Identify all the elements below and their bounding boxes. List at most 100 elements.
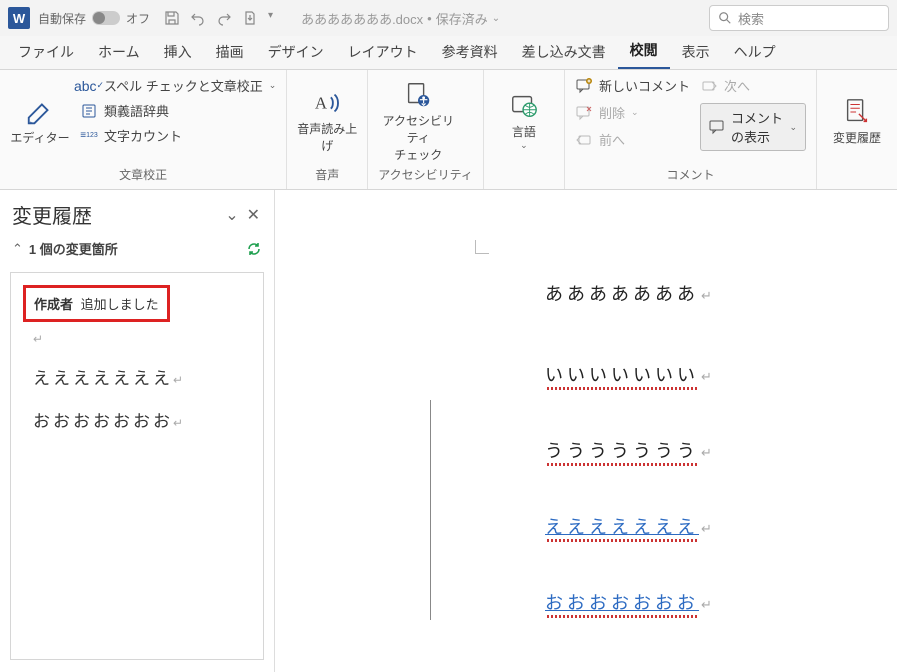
group-label-speech: 音声 xyxy=(297,164,357,187)
changes-count: 1 個の変更箇所 xyxy=(29,239,118,258)
change-entry-highlight[interactable]: 作成者 追加しました xyxy=(23,285,170,322)
tab-design[interactable]: デザイン xyxy=(256,35,336,69)
pane-title: 変更履歴 xyxy=(12,200,92,229)
pane-chevron-down-icon[interactable]: ⌄ xyxy=(221,205,242,225)
group-speech: A 音声読み上げ 音声 xyxy=(287,70,368,189)
editor-label: エディター xyxy=(10,129,69,146)
editor-icon xyxy=(23,95,57,129)
collapse-icon[interactable]: ⌃ xyxy=(12,241,23,257)
doc-text-inserted[interactable]: おおおおおおお xyxy=(545,589,699,615)
read-aloud-label: 音声読み上げ xyxy=(297,120,357,154)
read-aloud-button[interactable]: A 音声読み上げ xyxy=(297,76,357,164)
delete-comment-label: 削除 xyxy=(599,103,625,122)
new-comment-icon xyxy=(575,77,593,95)
accessibility-check-button[interactable]: アクセシビリティ チェック xyxy=(378,76,458,164)
delete-comment-icon xyxy=(575,104,593,122)
language-icon xyxy=(507,89,541,123)
chevron-down-icon: ⌄ xyxy=(631,107,639,118)
tab-file[interactable]: ファイル xyxy=(6,35,86,69)
tab-insert[interactable]: 挿入 xyxy=(152,35,204,69)
quick-access-toolbar: ▾ xyxy=(164,10,273,26)
show-comments-label: コメントの表示 xyxy=(731,108,784,146)
tab-help[interactable]: ヘルプ xyxy=(722,35,788,69)
doc-text[interactable]: ううううううう xyxy=(545,437,699,463)
tab-mailings[interactable]: 差し込み文書 xyxy=(510,35,618,69)
thesaurus-button[interactable]: 類義語辞典 xyxy=(80,101,276,120)
accessibility-label: アクセシビリティ チェック xyxy=(378,112,458,163)
doc-line[interactable]: いいいいいいい↵ xyxy=(545,361,897,387)
ribbon-tabs: ファイル ホーム 挿入 描画 デザイン レイアウト 参考資料 差し込み文書 校閲… xyxy=(0,36,897,70)
change-author: 作成者 xyxy=(34,297,73,312)
autosave-label: 自動保存 xyxy=(38,10,86,27)
return-mark: ↵ xyxy=(701,445,712,460)
wordcount-button[interactable]: ≡123 文字カウント xyxy=(80,126,276,145)
prev-comment-label: 前へ xyxy=(599,130,625,149)
group-accessibility: アクセシビリティ チェック アクセシビリティ xyxy=(368,70,484,189)
prev-comment-button: 前へ xyxy=(575,130,690,149)
spellcheck-button[interactable]: abc✓ スペル チェックと文章校正 ⌄ xyxy=(80,76,276,95)
pane-close-icon[interactable]: ✕ xyxy=(243,205,264,225)
document-area[interactable]: あああああああ↵ いいいいいいい↵ ううううううう↵ えええええええ↵ おおおお… xyxy=(275,190,897,672)
return-mark: ↵ xyxy=(701,288,712,303)
tab-review[interactable]: 校閲 xyxy=(618,33,670,69)
next-comment-button: 次へ xyxy=(700,76,806,95)
redo-icon[interactable] xyxy=(216,10,232,26)
saved-status: 保存済み xyxy=(436,9,488,28)
show-comments-button[interactable]: コメントの表示 ⌄ xyxy=(700,103,806,151)
comment-icon xyxy=(709,119,725,135)
tab-view[interactable]: 表示 xyxy=(670,35,722,69)
export-icon[interactable] xyxy=(242,10,258,26)
customize-qat-icon[interactable]: ▾ xyxy=(268,10,273,26)
refresh-icon[interactable] xyxy=(246,241,262,257)
title-bar: W 自動保存 オフ ▾ あああああああ.docx • 保存済み ⌄ 検索 xyxy=(0,0,897,36)
toggle-icon[interactable] xyxy=(92,11,120,25)
tab-draw[interactable]: 描画 xyxy=(204,35,256,69)
group-comments: 新しいコメント 削除 ⌄ 前へ xyxy=(565,70,817,189)
pane-body: 作成者 追加しました ↵ えええええええ↵ おおおおおおお↵ xyxy=(10,272,264,660)
chevron-down-icon[interactable]: ⌄ xyxy=(492,13,500,24)
track-changes-icon xyxy=(840,95,874,129)
doc-line[interactable]: ううううううう↵ xyxy=(545,437,897,463)
chevron-down-icon: ⌄ xyxy=(789,122,797,133)
doc-line[interactable]: おおおおおおお↵ xyxy=(545,589,897,615)
spellcheck-label: スペル チェックと文章校正 xyxy=(104,76,263,95)
tab-home[interactable]: ホーム xyxy=(86,35,152,69)
doc-text[interactable]: いいいいいいい xyxy=(545,361,699,387)
doc-line[interactable]: えええええええ↵ xyxy=(545,513,897,539)
tab-references[interactable]: 参考資料 xyxy=(430,35,510,69)
doc-text[interactable]: あああああああ xyxy=(545,280,699,306)
track-changes-button[interactable]: 変更履歴 xyxy=(827,76,887,164)
read-aloud-icon: A xyxy=(310,86,344,120)
undo-icon[interactable] xyxy=(190,10,206,26)
chevron-down-icon: ⌄ xyxy=(520,140,528,151)
return-mark: ↵ xyxy=(173,373,186,387)
document-title[interactable]: あああああああ.docx • 保存済み ⌄ xyxy=(301,9,500,28)
wordcount-icon: ≡123 xyxy=(80,127,98,145)
return-mark: ↵ xyxy=(701,521,712,536)
editor-button[interactable]: エディター xyxy=(10,76,70,164)
new-comment-button[interactable]: 新しいコメント xyxy=(575,76,690,95)
doc-line[interactable]: あああああああ↵ xyxy=(545,280,897,306)
accessibility-icon xyxy=(401,78,435,112)
group-track-changes: 変更履歴 xyxy=(817,70,897,189)
doc-name: あああああああ.docx xyxy=(301,9,423,28)
group-proofing: エディター abc✓ スペル チェックと文章校正 ⌄ 類義語辞典 ≡123 文字… xyxy=(0,70,287,189)
search-icon xyxy=(718,11,732,25)
save-icon[interactable] xyxy=(164,10,180,26)
return-mark: ↵ xyxy=(173,416,186,430)
change-action: 追加しました xyxy=(81,297,159,312)
revisions-pane: 変更履歴 ⌄ ✕ ⌃ 1 個の変更箇所 作成者 追加しました ↵ えええええええ… xyxy=(0,190,275,672)
group-label-proofing: 文章校正 xyxy=(10,164,276,187)
next-comment-label: 次へ xyxy=(724,76,750,95)
document-page[interactable]: あああああああ↵ いいいいいいい↵ ううううううう↵ えええええええ↵ おおおお… xyxy=(335,190,897,615)
search-input[interactable]: 検索 xyxy=(709,5,889,31)
doc-text-inserted[interactable]: えええええええ xyxy=(545,513,699,539)
autosave-toggle[interactable]: 自動保存 オフ xyxy=(38,10,150,27)
new-comment-label: 新しいコメント xyxy=(599,76,690,95)
thesaurus-icon xyxy=(80,102,98,120)
group-label-comments: コメント xyxy=(575,164,806,187)
tab-layout[interactable]: レイアウト xyxy=(336,35,430,69)
search-placeholder: 検索 xyxy=(738,9,764,28)
language-button[interactable]: 言語 ⌄ xyxy=(494,76,554,164)
delete-comment-button: 削除 ⌄ xyxy=(575,103,690,122)
